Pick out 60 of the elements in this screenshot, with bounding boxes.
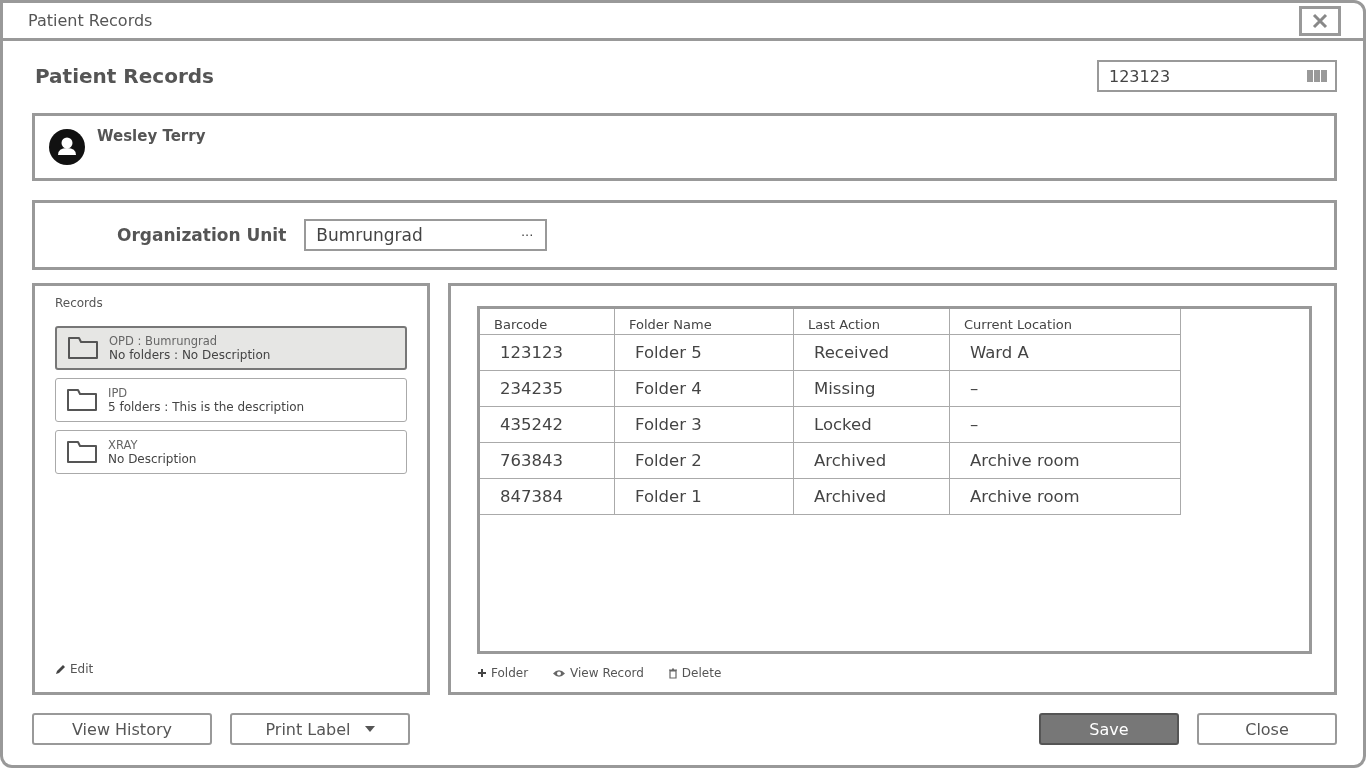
table-cell: Received — [793, 334, 950, 371]
table-cell: Folder 2 — [614, 442, 794, 479]
folder-icon — [67, 336, 99, 360]
table-cell: Missing — [793, 370, 950, 407]
table-cell: Locked — [793, 406, 950, 443]
patient-name: Wesley Terry — [97, 127, 206, 145]
table-cell: 234235 — [480, 370, 615, 407]
edit-link[interactable]: Edit — [55, 662, 94, 676]
action-link[interactable]: Folder — [477, 666, 529, 680]
record-name: OPD : Bumrungrad — [109, 334, 219, 348]
action-link[interactable]: View Record — [552, 666, 644, 680]
footer-button[interactable]: Close — [1197, 713, 1337, 745]
table-cell: – — [949, 370, 1181, 407]
plus-icon — [477, 668, 487, 678]
column-header: Last Action — [793, 309, 950, 335]
table-cell: 763843 — [480, 442, 615, 479]
table-cell: Archive room — [949, 442, 1181, 479]
table-cell: 123123 — [480, 334, 615, 371]
window-title: Patient Records — [28, 11, 153, 30]
folder-icon — [66, 388, 98, 412]
footer-button[interactable]: View History — [32, 713, 212, 745]
record-detail: 5 folders : This is the description — [108, 400, 305, 414]
record-name: IPD — [108, 386, 129, 400]
record-name: XRAY — [108, 438, 139, 452]
record-item[interactable]: OPD : Bumrungrad No folders : No Description — [55, 326, 407, 370]
table-cell: Folder 3 — [614, 406, 794, 443]
folder-icon — [66, 440, 98, 464]
table-cell: 847384 — [480, 478, 615, 515]
field-label: Organization Unit — [117, 225, 287, 245]
table-cell: Folder 5 — [614, 334, 794, 371]
barcode-field[interactable]: 123123 — [1097, 60, 1337, 92]
eye-icon — [552, 668, 567, 678]
table-cell: Folder 1 — [614, 478, 794, 515]
table-cell: Archived — [793, 478, 950, 515]
column-header: Barcode — [480, 309, 615, 335]
footer-button[interactable]: Save — [1039, 713, 1179, 745]
record-detail: No Description — [108, 452, 197, 466]
table-cell: Ward A — [949, 334, 1181, 371]
close-button[interactable] — [1299, 5, 1341, 36]
table-cell: Folder 4 — [614, 370, 794, 407]
avatar-icon — [49, 129, 85, 165]
record-detail: No folders : No Description — [109, 348, 271, 362]
pencil-icon — [55, 663, 66, 675]
barcode-icon — [1307, 70, 1327, 82]
page-title: Patient Records — [35, 64, 214, 88]
footer-button[interactable]: Print Label — [230, 713, 410, 745]
panel-title: Records — [55, 296, 104, 310]
record-item[interactable]: IPD 5 folders : This is the description — [55, 378, 407, 422]
trash-icon — [667, 667, 678, 679]
table-cell: – — [949, 406, 1181, 443]
action-link[interactable]: Delete — [667, 666, 722, 680]
table-cell: Archive room — [949, 478, 1181, 515]
column-header: Folder Name — [614, 309, 794, 335]
column-header: Current Location — [949, 309, 1181, 335]
close-icon — [1310, 12, 1330, 29]
organization-field[interactable]: Bumrungrad ··· — [304, 219, 548, 251]
record-item[interactable]: XRAY No Description — [55, 430, 407, 474]
table-cell: 435242 — [480, 406, 615, 443]
table-cell: Archived — [793, 442, 950, 479]
caret-icon — [364, 726, 375, 732]
